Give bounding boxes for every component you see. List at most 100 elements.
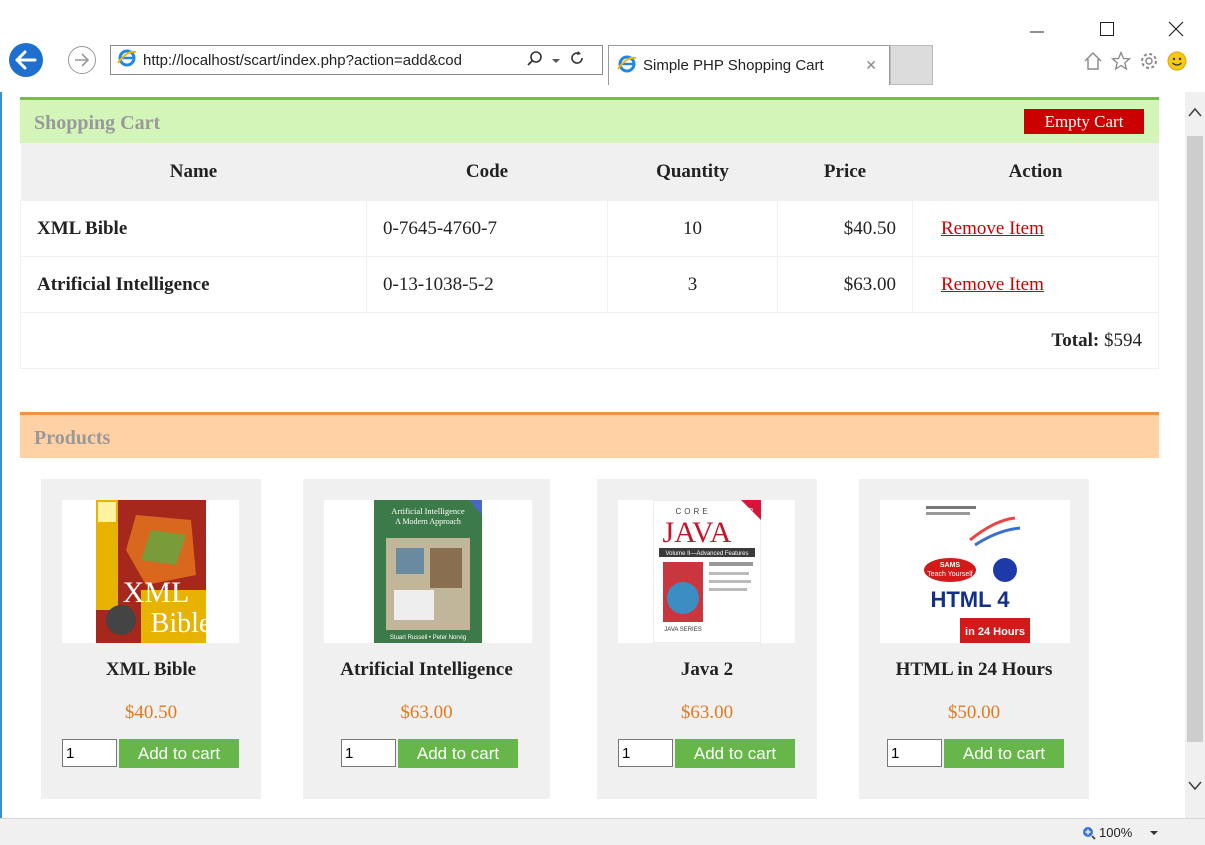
product-title: Java 2 — [680, 659, 734, 680]
home-icon[interactable] — [1082, 50, 1104, 72]
item-price: $40.50 — [777, 200, 913, 257]
products-header: Products — [20, 412, 1159, 458]
product-title: Atrificial Intelligence — [340, 659, 513, 680]
url-text[interactable]: http://localhost/scart/index.php?action=… — [143, 52, 523, 69]
cart-table: Name Code Quantity Price Action XML Bibl… — [20, 143, 1159, 369]
add-to-cart-button[interactable]: Add to cart — [944, 739, 1064, 768]
item-quantity: 3 — [607, 256, 778, 313]
cover-ai-authors: Stuart Russell • Peter Norvig — [390, 635, 466, 641]
products-title: Products — [34, 427, 111, 449]
cover-ai-line1: Artificial Intelligence — [391, 506, 465, 516]
quantity-input[interactable] — [887, 739, 942, 767]
total-label: Total: — [1051, 329, 1100, 351]
add-to-cart-button[interactable]: Add to cart — [675, 739, 795, 768]
quantity-input[interactable] — [618, 739, 673, 767]
browser-chrome: http://localhost/scart/index.php?action=… — [0, 0, 1205, 92]
scrollbar-thumb[interactable] — [1187, 136, 1203, 742]
item-name: Atrificial Intelligence — [20, 256, 367, 313]
zoom-control[interactable]: 100% — [1082, 825, 1159, 840]
zoom-level: 100% — [1099, 825, 1133, 840]
chevron-down-icon[interactable] — [1149, 829, 1159, 837]
cover-xml-line1: XML — [122, 576, 189, 609]
product-price: $50.00 — [947, 702, 1001, 723]
column-header-name: Name — [20, 143, 367, 201]
cart-header: Shopping Cart Empty Cart — [20, 97, 1159, 143]
close-window-button[interactable] — [1161, 14, 1191, 44]
browser-tab[interactable]: Simple PHP Shopping Cart ✕ — [608, 45, 890, 85]
remove-item-link[interactable]: Remove Item — [941, 218, 1044, 239]
cover-java-series: JAVA SERIES — [664, 627, 701, 633]
search-icon[interactable] — [527, 50, 543, 70]
column-header-code: Code — [366, 143, 608, 201]
table-header-row: Name Code Quantity Price Action — [20, 143, 1159, 201]
product-image[interactable]: XML Bible — [62, 500, 239, 643]
product-image[interactable]: Artificial Intelligence A Modern Approac… — [324, 500, 532, 643]
product-price: $40.50 — [124, 702, 178, 723]
cover-java-edition: 2 — [748, 507, 753, 516]
tab-title: Simple PHP Shopping Cart — [643, 57, 824, 74]
item-quantity: 10 — [607, 200, 778, 257]
item-code: 0-7645-4760-7 — [366, 200, 608, 257]
close-icon — [1168, 21, 1184, 37]
product-card: Artificial Intelligence A Modern Approac… — [303, 479, 550, 799]
add-to-cart-button[interactable]: Add to cart — [398, 739, 518, 768]
table-row: XML Bible 0-7645-4760-7 10 $40.50 Remove… — [20, 200, 1159, 257]
product-card: SAMS Teach Yourself HTML 4 in 24 Hours H… — [859, 479, 1089, 799]
maximize-icon — [1100, 22, 1114, 36]
remove-item-link[interactable]: Remove Item — [941, 274, 1044, 295]
minimize-icon — [1030, 31, 1044, 33]
minimize-button[interactable] — [1022, 14, 1052, 44]
back-button[interactable] — [9, 43, 43, 77]
column-header-price: Price — [777, 143, 913, 201]
cover-java-brand: CORE — [675, 507, 710, 516]
forward-button[interactable] — [68, 46, 96, 74]
new-tab-button[interactable] — [890, 45, 933, 85]
product-image[interactable]: 2 CORE JAVA Volume II—Advanced Features … — [618, 500, 795, 643]
zoom-icon — [1083, 826, 1096, 840]
column-header-action: Action — [912, 143, 1159, 201]
book-cover-xml-bible: XML Bible — [95, 500, 206, 643]
product-image[interactable]: SAMS Teach Yourself HTML 4 in 24 Hours — [880, 500, 1070, 643]
add-to-cart-button[interactable]: Add to cart — [119, 739, 239, 768]
maximize-button[interactable] — [1092, 14, 1122, 44]
cover-html-teach: Teach Yourself — [927, 571, 973, 578]
cover-html-publisher: SAMS — [940, 562, 961, 569]
book-cover-ai: Artificial Intelligence A Modern Approac… — [374, 500, 482, 643]
product-card: 2 CORE JAVA Volume II—Advanced Features … — [597, 479, 817, 799]
item-code: 0-13-1038-5-2 — [366, 256, 608, 313]
ie-logo-icon — [617, 54, 637, 78]
item-price: $63.00 — [777, 256, 913, 313]
status-bar: 100% — [0, 818, 1205, 845]
cover-html-time: in 24 Hours — [965, 626, 1025, 638]
product-price: $63.00 — [680, 702, 734, 723]
book-cover-html: SAMS Teach Yourself HTML 4 in 24 Hours — [920, 500, 1030, 643]
column-header-quantity: Quantity — [607, 143, 778, 201]
total-value: $594 — [1104, 329, 1142, 351]
cover-ai-line2: A Modern Approach — [395, 517, 461, 526]
gear-icon[interactable] — [1138, 50, 1160, 72]
scroll-up-icon[interactable] — [1187, 106, 1203, 118]
product-card: XML Bible XML Bible $40.50 Add to cart — [41, 479, 261, 799]
scroll-down-icon[interactable] — [1187, 780, 1203, 792]
star-icon[interactable] — [1110, 50, 1132, 72]
cover-java-subtitle: Volume II—Advanced Features — [665, 551, 748, 557]
address-bar[interactable]: http://localhost/scart/index.php?action=… — [110, 45, 603, 75]
tab-close-icon[interactable]: ✕ — [865, 57, 877, 74]
cover-java-title: JAVA — [662, 516, 731, 549]
arrow-left-icon — [15, 50, 37, 70]
dropdown-icon[interactable] — [551, 52, 561, 69]
cover-xml-line2: Bible — [150, 608, 205, 639]
refresh-icon[interactable] — [569, 50, 585, 70]
window-border — [0, 0, 2, 845]
arrow-right-icon — [75, 53, 90, 67]
quantity-input[interactable] — [62, 739, 117, 767]
product-title: XML Bible — [105, 659, 197, 680]
smiley-feedback-icon[interactable] — [1166, 50, 1188, 72]
book-cover-java: 2 CORE JAVA Volume II—Advanced Features … — [652, 500, 761, 643]
total-row: Total: $594 — [20, 312, 1159, 369]
table-row: Atrificial Intelligence 0-13-1038-5-2 3 … — [20, 256, 1159, 313]
quantity-input[interactable] — [341, 739, 396, 767]
cover-html-title: HTML 4 — [930, 587, 1010, 612]
item-name: XML Bible — [20, 200, 367, 257]
empty-cart-button[interactable]: Empty Cart — [1024, 109, 1144, 134]
